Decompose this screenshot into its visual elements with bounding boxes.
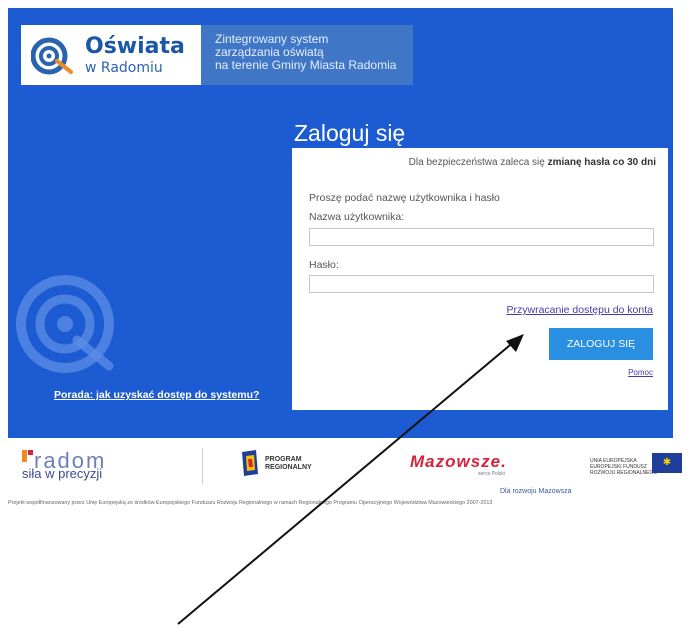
pointer-arrow-icon	[177, 334, 524, 625]
